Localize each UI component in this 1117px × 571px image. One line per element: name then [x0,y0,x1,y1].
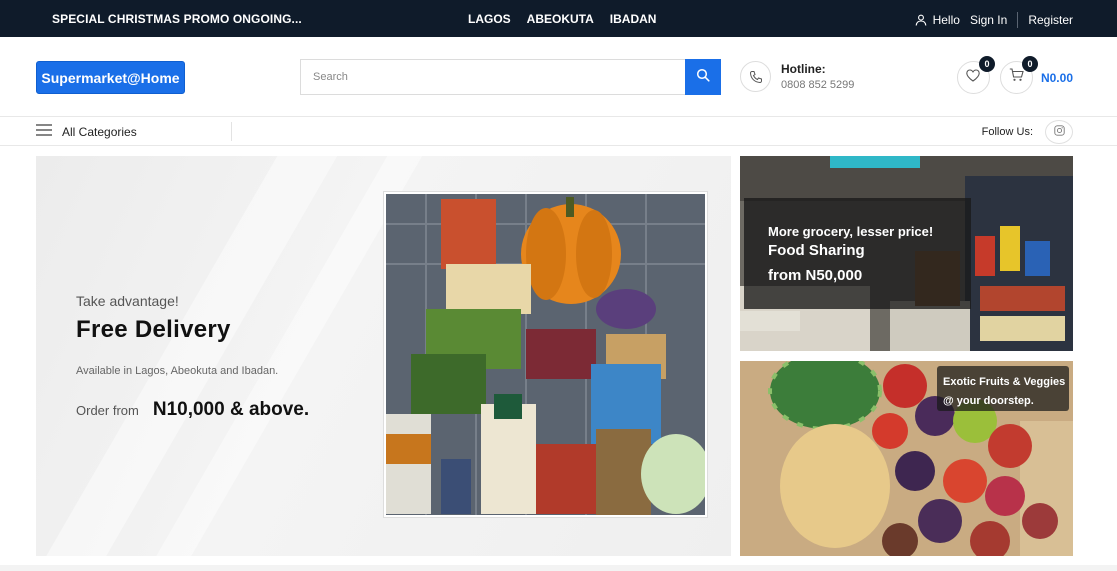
city-links: LAGOS ABEOKUTA IBADAN [468,12,656,26]
food-sharing-banner[interactable]: More grocery, lesser price! Food Sharing… [740,156,1073,351]
city-link-abeokuta[interactable]: ABEOKUTA [527,12,594,26]
hotline-number[interactable]: 0808 852 5299 [781,79,854,91]
hotline-title: Hotline: [781,62,826,76]
account-links: Hello Sign In Register [915,12,1073,28]
section-divider [0,565,1117,571]
all-categories-label: All Categories [62,124,137,139]
wishlist-button[interactable]: 0 [956,56,995,94]
wishlist-count-badge: 0 [978,56,995,72]
exotic-fruits-banner[interactable]: Exotic Fruits & Veggies @ your doorstep. [740,361,1073,556]
banner-availability: Available in Lagos, Abeokuta and Ibadan. [76,365,279,377]
menu-icon [36,124,52,139]
food-sharing-title: Food Sharing [768,242,865,259]
search-input[interactable] [300,59,685,95]
free-delivery-banner[interactable]: Take advantage! Free Delivery Available … [36,156,731,556]
exotic-fruits-line2: @ your doorstep. [943,395,1034,407]
cart-button[interactable]: 0 [999,56,1038,94]
heart-icon [966,68,981,87]
food-sharing-overlay: More grocery, lesser price! Food Sharing… [744,198,971,309]
top-bar: SPECIAL CHRISTMAS PROMO ONGOING... LAGOS… [0,0,1117,37]
user-icon [915,14,927,26]
site-logo[interactable]: Supermarket@Home [36,61,185,94]
category-nav: All Categories Follow Us: [0,117,1117,146]
instagram-link[interactable] [1045,120,1073,144]
hotline: Hotline: 0808 852 5299 [740,61,854,92]
instagram-icon [1053,125,1065,139]
food-sharing-line1: More grocery, lesser price! [768,224,934,239]
exotic-fruits-overlay: Exotic Fruits & Veggies @ your doorstep. [937,366,1069,411]
cart-icon [1009,68,1024,87]
exotic-fruits-line1: Exotic Fruits & Veggies [943,376,1066,388]
search-button[interactable] [685,59,721,95]
grocery-cart-image [383,191,711,518]
promo-text: SPECIAL CHRISTMAS PROMO ONGOING... [52,12,302,26]
food-sharing-price: from N50,000 [768,267,863,284]
hotline-text: Hotline: 0808 852 5299 [781,62,854,91]
header-actions: 0 0 N0.00 [956,56,1073,94]
order-amount: N10,000 & above. [152,399,310,420]
register-link[interactable]: Register [1028,13,1073,27]
search-bar [300,59,721,95]
all-categories-button[interactable]: All Categories [36,124,137,139]
city-link-ibadan[interactable]: IBADAN [610,12,657,26]
sign-in-link[interactable]: Sign In [970,13,1007,27]
nav-divider [231,122,232,141]
banner-tagline: Take advantage! [76,293,179,309]
order-label: Order from [76,403,139,418]
header: Supermarket@Home Hotline: 0808 852 5299 … [0,37,1117,117]
search-icon [696,68,710,87]
city-link-lagos[interactable]: LAGOS [468,12,511,26]
hello-label: Hello [932,13,960,27]
banner-headline: Free Delivery [76,316,231,343]
follow-us-label: Follow Us: [981,126,1033,138]
follow-us: Follow Us: [982,120,1073,144]
phone-icon [740,61,771,92]
cart-total[interactable]: N0.00 [1041,71,1073,85]
divider [1017,12,1019,28]
cart-count-badge: 0 [1021,56,1038,72]
banner-order-minimum: Order from N10,000 & above. [76,399,309,421]
